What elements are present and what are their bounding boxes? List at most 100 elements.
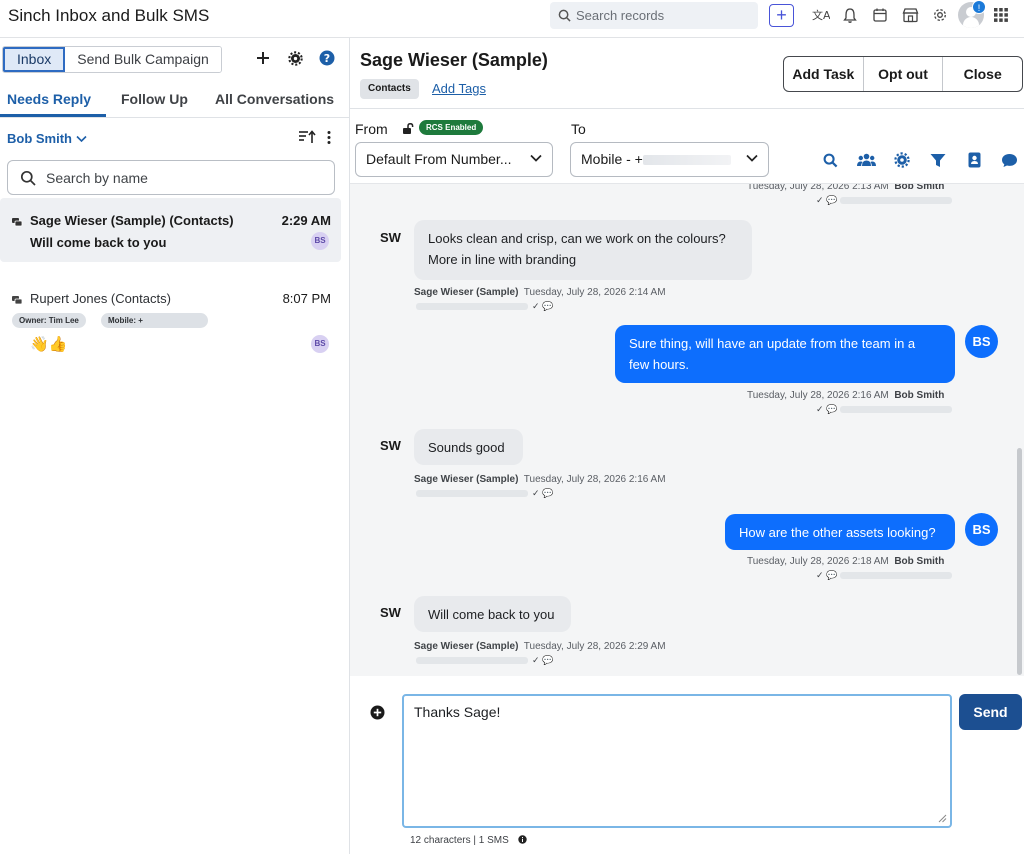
redacted-number [642,155,731,166]
global-search-placeholder: Search records [576,8,665,23]
unlock-icon[interactable] [402,122,414,140]
opt-out-button[interactable]: Opt out [864,57,944,91]
incoming-message-bubble: Looks clean and crisp, can we work on th… [414,220,752,280]
message-timestamp: Tuesday, July 28, 2026 2:13 AM [747,183,889,192]
add-icon[interactable]: + [769,4,794,27]
message-meta: Sage Wieser (Sample) Tuesday, July 28, 2… [414,287,666,298]
add-icon[interactable] [253,48,273,68]
tab-follow-up[interactable]: Follow Up [121,91,188,107]
store-icon[interactable] [899,4,921,26]
conversation-actions: Add Task Opt out Close [783,56,1023,92]
conversation-item[interactable]: Rupert Jones (Contacts) 8:07 PM Owner: T… [0,278,341,362]
redacted-detail [840,572,953,580]
chat-icon [12,215,23,233]
contact-initials: SW [380,605,401,620]
conversation-name: Sage Wieser (Sample) (Contacts) [30,213,234,228]
search-icon [20,170,36,186]
chat-icon [12,293,23,311]
tab-all-conversations[interactable]: All Conversations [215,91,334,107]
delivery-receipt: ✓ 💬 [416,655,553,666]
contact-name: Sage Wieser (Sample) [360,50,548,70]
mobile-tag-label: Mobile: + [108,316,143,325]
message-sender: Sage Wieser (Sample) [414,474,519,485]
message-meta: Sage Wieser (Sample) Tuesday, July 28, 2… [414,474,666,485]
settings-gear-icon[interactable] [285,48,305,68]
send-button[interactable]: Send [959,694,1022,730]
outgoing-message-bubble: Sure thing, will have an update from the… [615,325,955,383]
divider [0,117,350,118]
help-icon[interactable]: ? [317,48,337,68]
contact-card-icon[interactable] [964,150,984,170]
to-label: To [571,121,586,137]
add-task-button[interactable]: Add Task [784,57,864,91]
filter-icon[interactable] [928,150,948,170]
redacted-detail [840,197,953,205]
message-timestamp: Tuesday, July 28, 2026 2:14 AM [523,287,666,298]
attach-plus-icon[interactable] [370,705,385,725]
search-icon [558,9,571,22]
search-by-name-input[interactable]: Search by name [7,160,335,195]
delivery-receipt: ✓ 💬 [416,301,553,312]
svg-text:?: ? [324,52,330,65]
object-type-chip: Contacts [360,79,419,99]
message-line: Looks clean and crisp, can we work on th… [428,231,726,246]
from-label: From [355,121,388,137]
from-number-value: Default From Number... [366,151,512,167]
conversation-time: 8:07 PM [282,291,331,306]
chevron-down-icon [746,154,758,162]
close-button[interactable]: Close [943,57,1022,91]
bell-icon[interactable] [839,4,861,26]
from-number-select[interactable]: Default From Number... [355,142,553,177]
message-input[interactable]: Thanks Sage! [402,694,952,828]
owner-filter-dropdown[interactable]: Bob Smith [7,131,87,146]
message-meta: Tuesday, July 28, 2026 2:18 AM Bob Smith [747,556,944,567]
info-icon[interactable] [517,835,527,844]
message-sender: Bob Smith [894,556,945,567]
conversation-preview: Will come back to you [30,235,167,250]
scrollbar[interactable] [1017,448,1022,675]
chevron-down-icon [76,135,87,143]
message-timestamp: Tuesday, July 28, 2026 2:29 AM [523,641,666,652]
message-sender: Sage Wieser (Sample) [414,287,519,298]
conversation-item[interactable]: Sage Wieser (Sample) (Contacts) 2:29 AM … [0,198,341,262]
delivery-receipt: ✓ 💬 [416,488,553,499]
calendar-icon[interactable] [869,4,891,26]
notification-badge: ! [972,0,986,14]
message-line: Sure thing, will have an update from the… [629,336,916,351]
contact-initials: SW [380,230,401,245]
message-line: How are the other assets looking? [739,525,936,540]
contact-initials: SW [380,438,401,453]
message-line: few hours. [629,357,689,372]
global-search-input[interactable]: Search records [550,2,758,29]
tab-needs-reply[interactable]: Needs Reply [7,91,91,107]
resize-handle-icon[interactable] [938,814,947,823]
send-bulk-campaign-button[interactable]: Send Bulk Campaign [65,47,221,72]
message-line: More in line with branding [428,252,577,267]
delivery-receipt: ✓ 💬 [816,404,953,415]
conversation-panel: Sage Wieser (Sample) Contacts Add Tags A… [350,38,1024,854]
message-thread[interactable]: Tuesday, July 28, 2026 2:13 AM Bob Smith… [350,183,1024,676]
assignee-avatar: BS [311,232,329,250]
conversation-list-panel: Inbox Send Bulk Campaign ? Needs Reply F… [0,38,350,854]
translate-icon[interactable]: 文A [810,4,832,26]
sort-icon[interactable] [298,130,316,150]
apps-grid-icon[interactable] [990,4,1012,26]
incoming-message-bubble: Will come back to you [414,596,571,632]
redacted-detail [416,657,528,665]
chat-bubble-icon[interactable] [999,150,1019,170]
gear-icon[interactable] [929,4,951,26]
message-line: Sounds good [428,440,505,455]
group-icon[interactable] [856,150,876,170]
to-number-select[interactable]: Mobile - + [570,142,769,177]
message-input-value: Thanks Sage! [414,704,501,720]
add-tags-link[interactable]: Add Tags [432,81,486,96]
search-icon[interactable] [820,150,840,170]
incoming-message-bubble: Sounds good [414,429,523,465]
message-sender: Sage Wieser (Sample) [414,641,519,652]
delivery-receipt: ✓ 💬 [816,570,953,581]
more-options-icon[interactable] [326,130,332,150]
message-meta: Tuesday, July 28, 2026 2:16 AM Bob Smith [747,390,944,401]
app-title: Sinch Inbox and Bulk SMS [8,6,210,25]
gear-icon[interactable] [892,150,912,170]
inbox-button[interactable]: Inbox [3,47,66,72]
